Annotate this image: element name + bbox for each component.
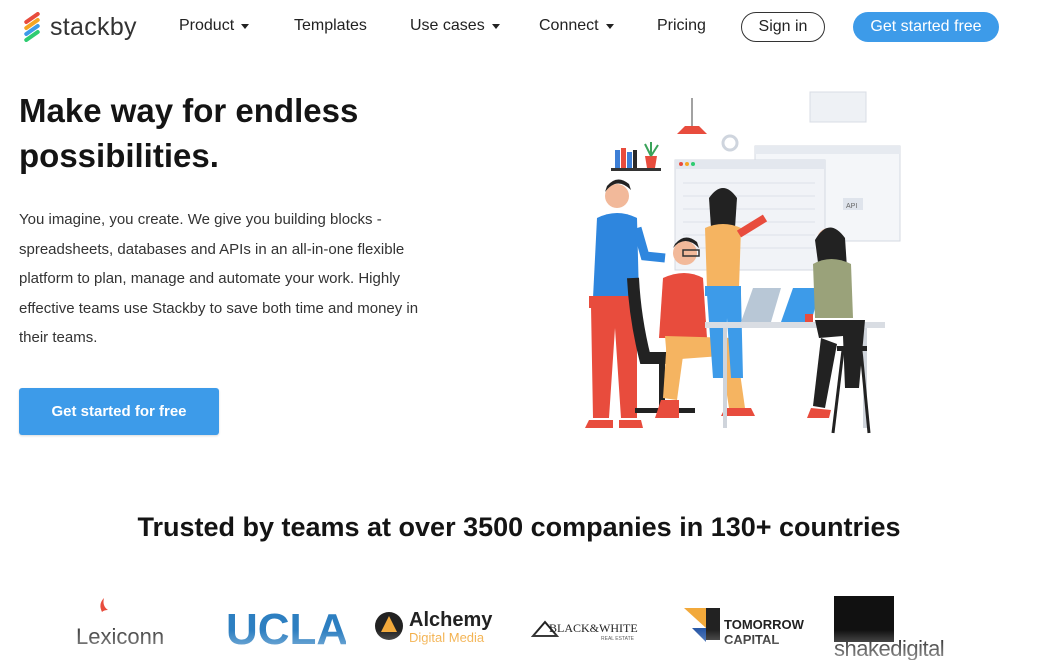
- black-white-logo: BLACK&WHITE REAL ESTATE: [531, 616, 651, 642]
- tomorrow-capital-logo: TOMORROW CAPITAL: [684, 604, 804, 648]
- chevron-down-icon: [241, 23, 250, 29]
- hero-title-line1: Make way for endless: [19, 92, 359, 129]
- hero-title: Make way for endless possibilities.: [19, 88, 419, 178]
- nav-use-cases[interactable]: Use cases: [410, 17, 500, 35]
- get-started-for-free-button[interactable]: Get started for free: [19, 388, 219, 435]
- ucla-logo-image: UCLA: [226, 608, 346, 648]
- black-white-logo-image: BLACK&WHITE REAL ESTATE: [531, 620, 638, 642]
- svg-text:shakedigital: shakedigital: [834, 636, 944, 660]
- stackby-logo[interactable]: stackby: [20, 10, 137, 44]
- lexiconn-logo-image: Lexiconn: [76, 598, 164, 648]
- tomorrow-capital-logo-image: TOMORROW CAPITAL: [684, 608, 804, 647]
- brand-name: stackby: [50, 12, 137, 41]
- hero-title-line2: possibilities.: [19, 137, 219, 174]
- shake-digital-logo: shakedigital: [834, 596, 952, 660]
- svg-text:BLACK&WHITE: BLACK&WHITE: [549, 621, 638, 635]
- nav-product-label: Product: [179, 17, 235, 34]
- nav-pricing[interactable]: Pricing: [657, 17, 706, 35]
- shake-digital-logo-image: shakedigital: [834, 596, 945, 660]
- svg-text:UCLA: UCLA: [226, 608, 346, 648]
- chevron-down-icon: [605, 23, 614, 29]
- chevron-down-icon: [491, 23, 500, 29]
- nav-templates[interactable]: Templates: [294, 17, 367, 35]
- api-label: API: [846, 203, 857, 210]
- svg-text:Digital Media: Digital Media: [409, 630, 485, 645]
- ucla-logo: UCLA: [226, 608, 346, 648]
- nav-connect-label: Connect: [539, 17, 599, 34]
- stackby-logo-icon: [24, 12, 40, 42]
- alchemy-logo: Alchemy Digital Media: [373, 606, 503, 646]
- team-collaboration-illustration: API: [585, 91, 901, 434]
- hero-description: You imagine, you create. We give you bui…: [19, 211, 419, 346]
- alchemy-logo-image: Alchemy Digital Media: [375, 609, 493, 645]
- lexiconn-logo: Lexiconn: [76, 598, 194, 648]
- nav-use-cases-label: Use cases: [410, 17, 485, 34]
- svg-text:TOMORROW: TOMORROW: [724, 617, 804, 632]
- svg-text:CAPITAL: CAPITAL: [724, 632, 779, 647]
- top-navbar: stackby Product Templates Use cases Conn…: [0, 0, 1038, 56]
- nav-templates-label: Templates: [294, 17, 367, 34]
- trusted-heading: Trusted by teams at over 3500 companies …: [137, 512, 901, 542]
- customer-logos: Lexiconn UCLA Alchemy Digital Media BLAC…: [0, 590, 1038, 660]
- svg-text:Lexiconn: Lexiconn: [76, 624, 164, 648]
- nav-product[interactable]: Product: [179, 17, 250, 35]
- nav-connect[interactable]: Connect: [539, 17, 614, 35]
- sign-in-button[interactable]: Sign in: [741, 12, 825, 42]
- get-started-free-button[interactable]: Get started free: [853, 12, 999, 42]
- svg-text:REAL ESTATE: REAL ESTATE: [601, 636, 635, 642]
- svg-text:Alchemy: Alchemy: [409, 609, 493, 631]
- nav-pricing-label: Pricing: [657, 17, 706, 34]
